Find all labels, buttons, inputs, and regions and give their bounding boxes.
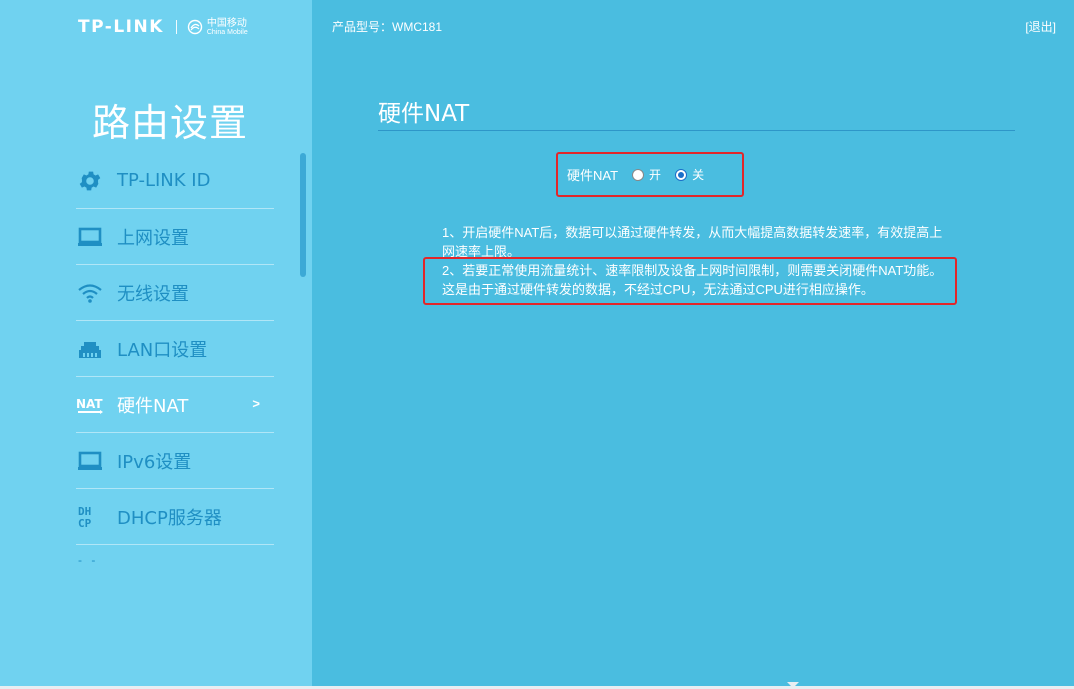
sidebar-item-label: 无线设置	[117, 283, 189, 305]
tplink-logo: TP-LINK	[78, 17, 164, 37]
sidebar-item-ipv6[interactable]: IPv6设置	[76, 433, 274, 489]
logo-divider	[175, 20, 177, 34]
sidebar-item-lan[interactable]: LAN口设置	[76, 321, 274, 377]
title-divider	[378, 130, 1015, 131]
sidebar-item-label: IPv6设置	[117, 451, 192, 473]
china-mobile-en: China Mobile	[206, 28, 248, 36]
nat-on-label: 开	[649, 168, 662, 182]
info-note-1: 1、开启硬件NAT后，数据可以通过硬件转发，从而大幅提高数据转发速率，有效提高上…	[442, 225, 943, 259]
sidebar-item-tplink-id[interactable]: TP-LINK ID	[76, 153, 274, 209]
lan-port-icon	[76, 335, 104, 363]
china-mobile-cn: 中国移动	[206, 17, 247, 29]
china-mobile-logo: 中国移动 China Mobile	[187, 18, 248, 37]
nat-on-radio[interactable]: 开	[632, 166, 661, 183]
svg-text:NAT: NAT	[76, 397, 103, 411]
sidebar-item-label: TP-LINK ID	[117, 170, 211, 191]
china-mobile-icon	[187, 19, 203, 35]
sidebar-item-label: DHCP服务器	[117, 507, 222, 529]
sidebar-more-indicator: - -	[78, 553, 99, 567]
nat-off-radio[interactable]: 关	[675, 166, 704, 183]
logout-link[interactable]: [退出]	[1025, 18, 1056, 35]
nat-off-label: 关	[692, 168, 705, 182]
info-note-2: 2、若要正常使用流量统计、速率限制及设备上网时间限制，则需要关闭硬件NAT功能。…	[442, 263, 943, 297]
sidebar-item-dhcp[interactable]: DH CP DHCP服务器	[76, 489, 274, 545]
model-number: 产品型号：WMC181	[332, 20, 443, 34]
sidebar-title: 路由设置	[92, 101, 249, 145]
radio-checked-icon[interactable]	[675, 168, 688, 181]
bottom-notch	[787, 682, 799, 688]
radio-unchecked-icon[interactable]	[632, 168, 645, 181]
chevron-right-icon: >	[252, 396, 260, 411]
svg-text:CP: CP	[78, 517, 92, 530]
sidebar-item-label: 上网设置	[117, 227, 189, 249]
sidebar-item-label: LAN口设置	[117, 339, 208, 361]
sidebar-item-label: 硬件NAT	[117, 395, 189, 417]
sidebar-item-wireless[interactable]: 无线设置	[76, 265, 274, 321]
nat-toggle-group: 硬件NAT 开 关	[556, 152, 744, 197]
wifi-icon	[76, 279, 104, 307]
sidebar-item-hardware-nat[interactable]: NAT 硬件NAT >	[76, 377, 274, 433]
sidebar-scrollbar[interactable]	[300, 153, 306, 277]
logo: TP-LINK 中国移动 China Mobile	[78, 16, 248, 38]
gear-icon	[76, 167, 104, 195]
sidebar: TP-LINK 中国移动 China Mobile 路由设置 TP-LINK I…	[0, 0, 312, 686]
laptop-icon	[76, 447, 104, 475]
nat-icon: NAT	[76, 391, 104, 419]
nat-toggle-label: 硬件NAT	[567, 168, 619, 183]
dhcp-icon: DH CP	[76, 503, 104, 531]
page-title: 硬件NAT	[378, 101, 470, 127]
sidebar-menu: TP-LINK ID 上网设置 无线设置 LAN口设置 NAT 硬件NAT >	[76, 153, 274, 545]
laptop-icon	[76, 223, 104, 251]
sidebar-item-internet[interactable]: 上网设置	[76, 209, 274, 265]
